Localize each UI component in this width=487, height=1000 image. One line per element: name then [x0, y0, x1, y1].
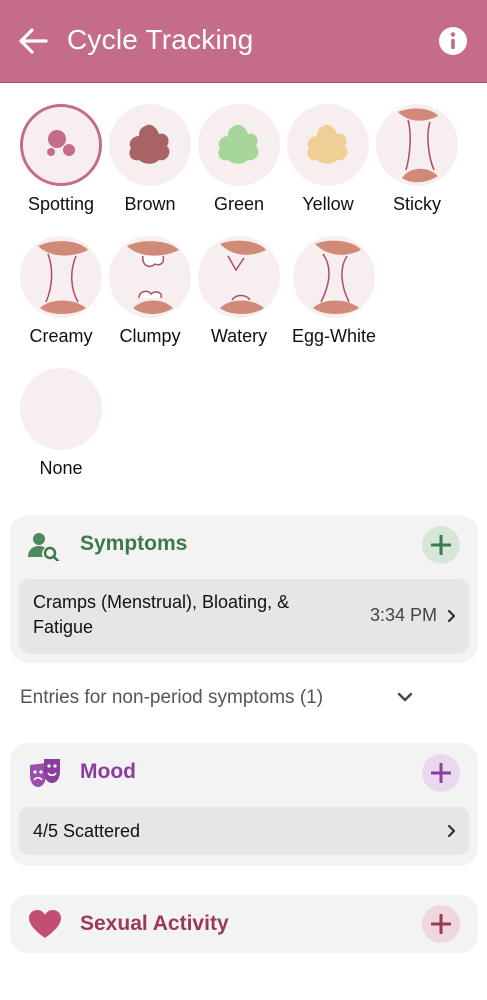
mood-entry[interactable]: 4/5 Scattered	[19, 807, 469, 855]
add-mood-button[interactable]	[422, 754, 460, 792]
symptoms-title: Symptoms	[80, 532, 188, 555]
watery-icon	[198, 236, 280, 318]
option-label: Green	[213, 194, 265, 214]
option-label: Brown	[124, 194, 176, 214]
non-period-entries-toggle[interactable]: Entries for non-period symptoms (1)	[20, 687, 323, 709]
egg-white-icon	[293, 236, 375, 318]
symptom-entry[interactable]: Cramps (Menstrual), Bloating, & Fatigue …	[19, 579, 469, 654]
option-label: Egg-White	[291, 326, 377, 346]
plus-icon	[431, 763, 451, 783]
option-label: Yellow	[302, 194, 354, 214]
creamy-icon	[20, 236, 102, 318]
mood-title: Mood	[80, 760, 136, 783]
none-circle	[20, 368, 102, 450]
option-spotting[interactable]: Spotting	[16, 104, 106, 215]
chevron-right-icon	[447, 609, 456, 623]
arrow-left-icon[interactable]	[18, 27, 48, 55]
chevron-down-icon[interactable]	[396, 691, 414, 703]
option-egg-white[interactable]: Egg-White	[289, 236, 379, 347]
option-label: Spotting	[27, 194, 95, 214]
page-title: Cycle Tracking	[67, 24, 254, 55]
plus-icon	[431, 535, 451, 555]
mood-card: Mood 4/5 Scattered	[10, 743, 478, 866]
info-icon[interactable]	[438, 26, 468, 56]
option-label: Sticky	[392, 194, 441, 214]
heart-icon	[29, 910, 61, 938]
yellow-blob-icon	[287, 104, 369, 186]
spotting-icon	[20, 104, 102, 186]
symptom-entry-line1: Cramps (Menstrual), Bloating, &	[33, 592, 290, 612]
option-label: None	[39, 458, 83, 478]
option-clumpy[interactable]: Clumpy	[105, 236, 195, 347]
chevron-right-icon	[447, 824, 456, 838]
symptom-entry-line2: Fatigue	[33, 617, 94, 637]
theater-masks-icon	[30, 759, 60, 787]
person-search-icon	[28, 533, 60, 561]
option-yellow[interactable]: Yellow	[283, 104, 373, 215]
brown-blob-icon	[109, 104, 191, 186]
add-sexual-activity-button[interactable]	[422, 905, 460, 943]
mood-entry-text: 4/5 Scattered	[33, 821, 141, 841]
clumpy-icon	[109, 236, 191, 318]
option-watery[interactable]: Watery	[194, 236, 284, 347]
option-label: Watery	[210, 326, 268, 346]
option-green[interactable]: Green	[194, 104, 284, 215]
sticky-icon	[376, 104, 458, 186]
symptom-entry-time: 3:34 PM	[369, 605, 437, 625]
option-none[interactable]: None	[16, 368, 106, 479]
option-sticky[interactable]: Sticky	[372, 104, 462, 215]
option-brown[interactable]: Brown	[105, 104, 195, 215]
option-creamy[interactable]: Creamy	[16, 236, 106, 347]
plus-icon	[431, 914, 451, 934]
option-label: Creamy	[29, 326, 93, 346]
app-bar: Cycle Tracking	[0, 0, 487, 83]
symptoms-card: Symptoms Cramps (Menstrual), Bloating, &…	[10, 515, 478, 663]
green-blob-icon	[198, 104, 280, 186]
sexual-activity-title: Sexual Activity	[80, 912, 229, 935]
option-label: Clumpy	[119, 326, 181, 346]
add-symptom-button[interactable]	[422, 526, 460, 564]
sexual-activity-card: Sexual Activity	[10, 895, 478, 953]
